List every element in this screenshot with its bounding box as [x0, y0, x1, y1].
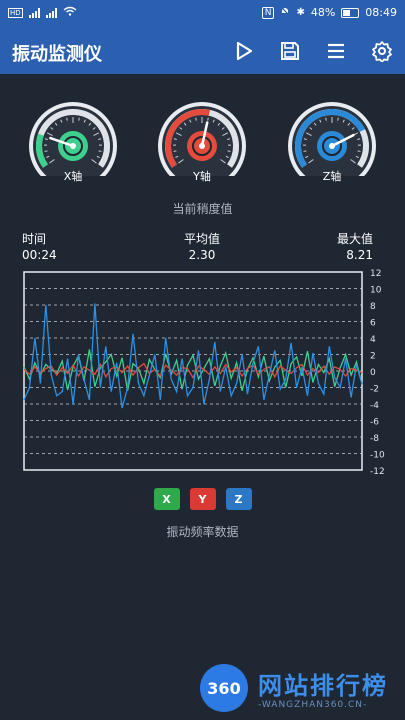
gauge-tick: [78, 117, 80, 121]
current-value-caption: 当前稍度值: [172, 202, 233, 216]
mute-icon: [280, 6, 290, 19]
save-icon: [281, 42, 299, 60]
gauge-tick: [173, 150, 177, 152]
stat-average-label: 平均值: [183, 232, 220, 246]
legend-x-button[interactable]: X: [153, 488, 180, 510]
gauge-z-label: Z轴: [322, 170, 342, 183]
gauge-tick: [98, 150, 102, 152]
battery-icon: [341, 7, 360, 18]
toolbar-actions: [231, 38, 395, 64]
watermark-subtitle: -WANGZHAN360.CN-: [258, 700, 368, 710]
gauge-z-dial: [288, 102, 376, 190]
y-tick-label: -8: [370, 434, 379, 444]
watermark: 360 网站排行榜 -WANGZHAN360.CN-: [198, 660, 403, 718]
gauge-tick: [227, 150, 231, 152]
y-tick-label: -10: [370, 451, 385, 461]
play-icon: [236, 41, 253, 61]
y-tick-label: 2: [370, 352, 376, 362]
watermark-title: 网站排行榜: [258, 672, 388, 700]
stat-time-label: 时间: [22, 232, 47, 246]
signal-icon: [45, 7, 57, 18]
frequency-caption: 振动频率数据: [166, 525, 239, 539]
gauge-tick: [337, 117, 339, 121]
y-tick-label: 8: [370, 302, 376, 312]
stat-max-label: 最大值: [336, 232, 373, 246]
gauge-tick: [303, 150, 307, 152]
menu-icon: [328, 43, 344, 59]
gauge-y-label: Y轴: [193, 170, 211, 183]
stat-max: 最大值 8.21: [337, 230, 373, 262]
gauge-y: Y轴: [149, 100, 255, 190]
clock-text: 08:49: [365, 6, 397, 19]
gauge-x-label: X轴: [63, 170, 83, 183]
legend-y-button[interactable]: Y: [189, 488, 216, 510]
stat-average: 平均值 2.30: [170, 230, 234, 262]
vibration-chart: 12 10 8 6 4 2 0 -2 -4 -6 -8 -10 -12: [23, 269, 385, 477]
bluetooth-icon: ✱: [296, 7, 305, 18]
play-button[interactable]: [231, 38, 257, 64]
stat-time: 时间 00:24: [22, 230, 57, 262]
watermark-logo: 360: [200, 664, 248, 712]
axis-legend: X Y Z: [0, 488, 405, 510]
y-tick-label: -6: [370, 418, 379, 428]
wifi-icon: [63, 6, 77, 19]
y-tick-label: -2: [370, 385, 379, 395]
status-left: HD: [8, 6, 77, 19]
gauge-x-dial: [29, 102, 117, 190]
save-button[interactable]: [277, 38, 303, 64]
gauge-tick: [44, 150, 48, 152]
status-bar: HD N ✱ 48% 08:49: [0, 0, 405, 28]
sim-icon: HD: [8, 7, 23, 18]
gauge-tick: [66, 117, 68, 121]
gauge-tick: [325, 117, 327, 121]
gauge-z: Z轴: [279, 100, 385, 190]
gauge-tick: [357, 150, 361, 152]
gauge-pivot: [199, 143, 205, 149]
gauge-y-dial: [158, 102, 246, 190]
status-right: N ✱ 48% 08:49: [261, 6, 397, 19]
nfc-icon: N: [261, 6, 275, 19]
gauge-pivot: [329, 143, 335, 149]
gauge-tick: [207, 117, 209, 121]
app-title: 振动监测仪: [12, 44, 102, 65]
app-bar: 振动监测仪: [0, 28, 405, 74]
gauge-pivot: [70, 143, 76, 149]
menu-button[interactable]: [323, 38, 349, 64]
stat-average-value: 2.30: [188, 248, 216, 262]
gear-icon: [372, 41, 392, 62]
y-tick-label: -4: [370, 401, 379, 411]
battery-text: 48%: [310, 6, 336, 19]
signal-icon: [28, 7, 40, 18]
y-tick-label: 10: [370, 286, 382, 296]
y-tick-label: -12: [370, 467, 385, 477]
y-tick-label: 0: [370, 368, 376, 378]
gauge-x: X轴: [20, 100, 126, 190]
gauge-tick: [195, 117, 197, 121]
legend-z-button[interactable]: Z: [225, 488, 252, 510]
settings-button[interactable]: [369, 38, 395, 64]
y-tick-label: 12: [370, 269, 381, 279]
y-tick-label: 6: [370, 319, 376, 329]
stat-max-value: 8.21: [346, 248, 373, 262]
y-tick-label: 4: [370, 335, 376, 345]
stat-time-value: 00:24: [22, 248, 57, 262]
